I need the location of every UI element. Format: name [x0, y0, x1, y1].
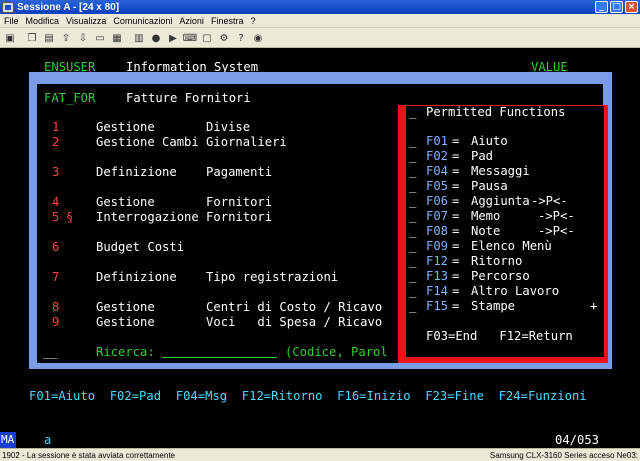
option-input[interactable]: __ [43, 345, 58, 359]
print-icon[interactable]: ▣ [2, 31, 18, 46]
option-number-4: 4 [52, 195, 60, 209]
option-text-9[interactable]: Gestione Voci di Spesa / Ricavo [96, 315, 382, 329]
option-text-1[interactable]: Gestione Divise [96, 120, 250, 134]
option-number-8: 8 [52, 300, 60, 314]
option-number-7: 7 [52, 270, 60, 284]
menu-bar: File Modifica Visualizza Comunicazioni A… [0, 14, 640, 28]
function-label: Pausa [471, 179, 508, 193]
minimize-button[interactable]: _ [595, 1, 608, 13]
window-title: Sessione A - [24 x 80] [17, 1, 120, 13]
close-button[interactable]: × [625, 1, 638, 13]
option-text-3[interactable]: Definizione Pagamenti [96, 165, 272, 179]
popup-footer: F03=End F12=Return [426, 329, 573, 343]
function-label: Percorso [471, 269, 530, 283]
option-number-5: 5 [52, 210, 60, 224]
clipboard-icon[interactable]: ▢ [199, 31, 215, 46]
function-key: F12 [426, 254, 449, 268]
receive-icon[interactable]: ⇩ [75, 31, 91, 46]
menu-finestra[interactable]: Finestra [211, 16, 244, 26]
option-number-3: 3 [52, 165, 60, 179]
terminal-screen[interactable]: ENSUSER Information System VALUE FAT_FOR… [0, 48, 640, 432]
panel-title: Fatture Fornitori [126, 91, 251, 105]
title-bar[interactable]: Sessione A - [24 x 80] _ □ × [0, 0, 640, 14]
paste-icon[interactable]: ▤ [41, 31, 57, 46]
function-label: Pad [471, 149, 494, 163]
option-number-2: 2 [52, 135, 60, 149]
option-text-5[interactable]: Interrogazione Fornitori [96, 210, 272, 224]
option-marker-5: § [66, 210, 74, 224]
function-key: F15 [426, 299, 449, 313]
function-keys-line: F01=Aiuto F02=Pad F04=Msg F12=Ritorno F1… [29, 389, 587, 403]
function-key: F04 [426, 164, 449, 178]
function-key: F09 [426, 239, 449, 253]
operator-info-area: MA a 04/053 [0, 432, 640, 448]
function-key: F01 [426, 134, 449, 148]
function-label: Note [471, 224, 501, 238]
menu-visualizza[interactable]: Visualizza [66, 16, 106, 26]
function-suffix: ->P<- [538, 224, 575, 238]
option-text-2[interactable]: Gestione Cambi Giornalieri [96, 135, 287, 149]
function-label: Stampe [471, 299, 516, 313]
function-key: F02 [426, 149, 449, 163]
settings-icon[interactable]: ⚙ [216, 31, 232, 46]
cursor-position: 04/053 [555, 433, 600, 447]
panel-code: FAT_FOR [44, 91, 96, 105]
function-suffix: ->P<- [538, 209, 575, 223]
window-controls: _ □ × [595, 1, 638, 13]
ricerca-label: Ricerca: [96, 345, 155, 359]
menu-help[interactable]: ? [250, 16, 255, 26]
option-number-6: 6 [52, 240, 60, 254]
function-key: F14 [426, 284, 449, 298]
maximize-button[interactable]: □ [610, 1, 623, 13]
cursor-char: a [44, 433, 52, 447]
record-icon[interactable]: ● [148, 31, 164, 46]
mode-indicator: MA [0, 432, 16, 448]
menu-azioni[interactable]: Azioni [179, 16, 204, 26]
function-key: F05 [426, 179, 449, 193]
option-text-4[interactable]: Gestione Fornitori [96, 195, 272, 209]
option-text-7[interactable]: Definizione Tipo registrazioni [96, 270, 338, 284]
function-label: Altro Lavoro [471, 284, 560, 298]
option-text-6[interactable]: Budget Costi [96, 240, 184, 254]
function-key: F08 [426, 224, 449, 238]
popup-cursor: _ [409, 105, 417, 119]
function-label: Messaggi [471, 164, 530, 178]
function-label: Ritorno [471, 254, 523, 268]
color-icon[interactable]: ▦ [109, 31, 125, 46]
keyboard-icon[interactable]: ⌨ [182, 31, 198, 46]
popup-title: Permitted Functions [426, 105, 566, 119]
menu-file[interactable]: File [4, 16, 19, 26]
function-key: F06 [426, 194, 449, 208]
more-indicator: + [590, 299, 598, 313]
display-icon[interactable]: ▭ [92, 31, 108, 46]
function-label: Elenco Menù [471, 239, 552, 253]
function-key: F07 [426, 209, 449, 223]
status-message: 1902 - La sessione è stata avviata corre… [2, 450, 175, 460]
toolbar: ▣ ❐ ▤ ⇪ ⇩ ▭ ▦ ▥ ● ▶ ⌨ ▢ ⚙ ? ◉ [0, 29, 640, 48]
status-bar: 1902 - La sessione è stata avviata corre… [0, 448, 640, 461]
support-icon[interactable]: ◉ [250, 31, 266, 46]
macro-icon[interactable]: ▥ [131, 31, 147, 46]
option-text-8[interactable]: Gestione Centri di Costo / Ricavo [96, 300, 382, 314]
function-label: Aiuto [471, 134, 508, 148]
function-suffix: ->P<- [531, 194, 568, 208]
function-label: Memo [471, 209, 501, 223]
ricerca-hint: (Codice, Parol [285, 345, 388, 359]
play-icon[interactable]: ▶ [165, 31, 181, 46]
printer-status: Samsung CLX-3160 Series acceso Ne03: [489, 450, 638, 460]
option-number-9: 9 [52, 315, 60, 329]
option-number-1: 1 [52, 120, 60, 134]
app-icon[interactable] [2, 1, 14, 13]
menu-modifica[interactable]: Modifica [26, 16, 60, 26]
send-icon[interactable]: ⇪ [58, 31, 74, 46]
function-key: F13 [426, 269, 449, 283]
function-label: Aggiunta [471, 194, 530, 208]
copy-icon[interactable]: ❐ [24, 31, 40, 46]
help-icon[interactable]: ? [233, 31, 249, 46]
menu-comunicazioni[interactable]: Comunicazioni [113, 16, 172, 26]
ricerca-input[interactable] [162, 345, 277, 358]
